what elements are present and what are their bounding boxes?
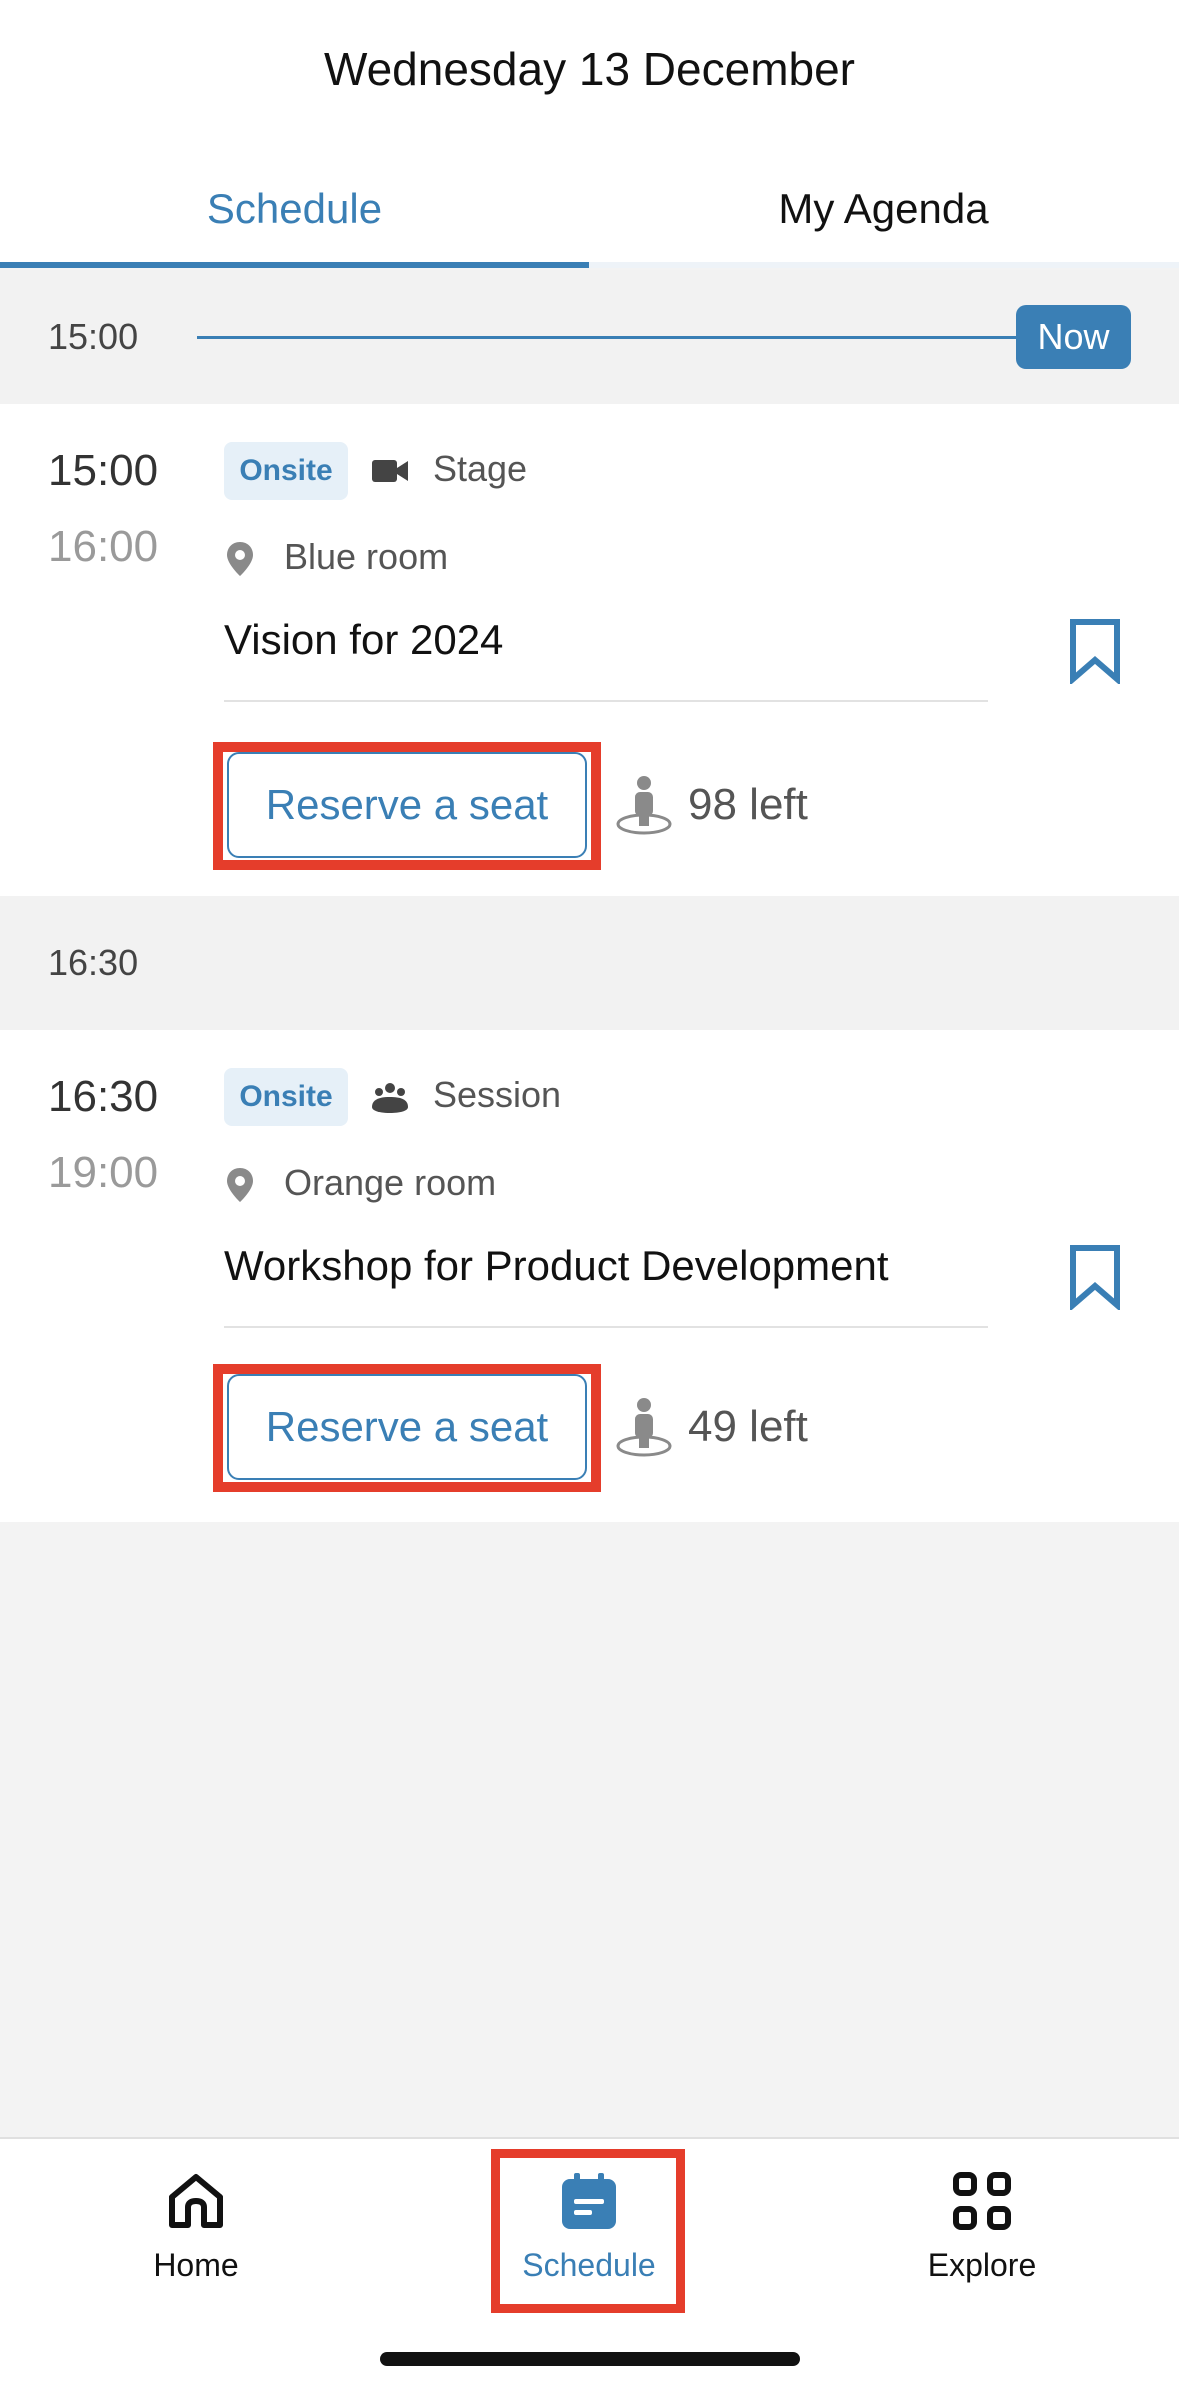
session-type-label: Session: [433, 1074, 562, 1115]
video-camera-icon: [372, 460, 408, 482]
tab-schedule[interactable]: Schedule: [0, 150, 589, 268]
location-pin-icon: [227, 1168, 253, 1202]
location-pin-icon: [227, 542, 253, 576]
attendee-icon: [616, 776, 672, 835]
bottom-nav: Home Schedule Explore: [0, 2137, 1179, 2388]
session-title[interactable]: Workshop for Product Development: [224, 1242, 889, 1290]
session-card[interactable]: 16:30 19:00 Onsite Session Orange room W…: [0, 1030, 1179, 1522]
time-separator: 15:00: [0, 270, 1179, 404]
reserve-seat-button[interactable]: Reserve a seat: [227, 752, 587, 858]
bookmark-icon[interactable]: [1068, 618, 1122, 684]
header: Wednesday 13 December: [0, 0, 1179, 150]
page-title: Wednesday 13 December: [324, 43, 855, 95]
nav-home-label: Home: [153, 2247, 239, 2283]
divider: [224, 1326, 988, 1328]
grid-icon: [953, 2172, 1011, 2230]
divider: [224, 700, 988, 702]
room-label: Blue room: [284, 536, 449, 577]
nav-home[interactable]: Home: [96, 2139, 296, 2299]
seats-left-label: 49 left: [688, 1402, 808, 1451]
session-start-time: 15:00: [48, 446, 159, 495]
active-tab-indicator: [0, 262, 589, 268]
nav-explore-label: Explore: [927, 2247, 1037, 2283]
home-icon: [169, 2174, 223, 2228]
room-label: Orange room: [284, 1162, 497, 1203]
now-badge: Now: [1016, 305, 1131, 369]
group-icon: [372, 1083, 408, 1113]
highlight-outline: [491, 2149, 685, 2313]
seats-left-label: 98 left: [688, 780, 808, 829]
session-end-time: 16:00: [48, 522, 159, 571]
time-separator: 16:30: [0, 896, 1179, 1030]
session-start-time: 16:30: [48, 1072, 159, 1121]
session-type-label: Stage: [433, 448, 528, 489]
session-end-time: 19:00: [48, 1148, 159, 1197]
time-separator-label: 16:30: [48, 942, 139, 983]
nav-explore[interactable]: Explore: [882, 2139, 1082, 2299]
now-line: [197, 336, 1037, 339]
session-title[interactable]: Vision for 2024: [224, 616, 503, 664]
tab-bar: Schedule My Agenda: [0, 150, 1179, 268]
time-separator-label: 15:00: [48, 316, 139, 357]
attendee-icon: [616, 1398, 672, 1457]
onsite-tag: Onsite: [224, 1068, 348, 1126]
onsite-tag: Onsite: [224, 442, 348, 500]
tab-my-agenda[interactable]: My Agenda: [589, 150, 1178, 268]
home-indicator: [380, 2352, 800, 2366]
session-card[interactable]: 15:00 16:00 Onsite Stage Blue room Visio…: [0, 404, 1179, 896]
reserve-seat-button[interactable]: Reserve a seat: [227, 1374, 587, 1480]
bookmark-icon[interactable]: [1068, 1244, 1122, 1310]
